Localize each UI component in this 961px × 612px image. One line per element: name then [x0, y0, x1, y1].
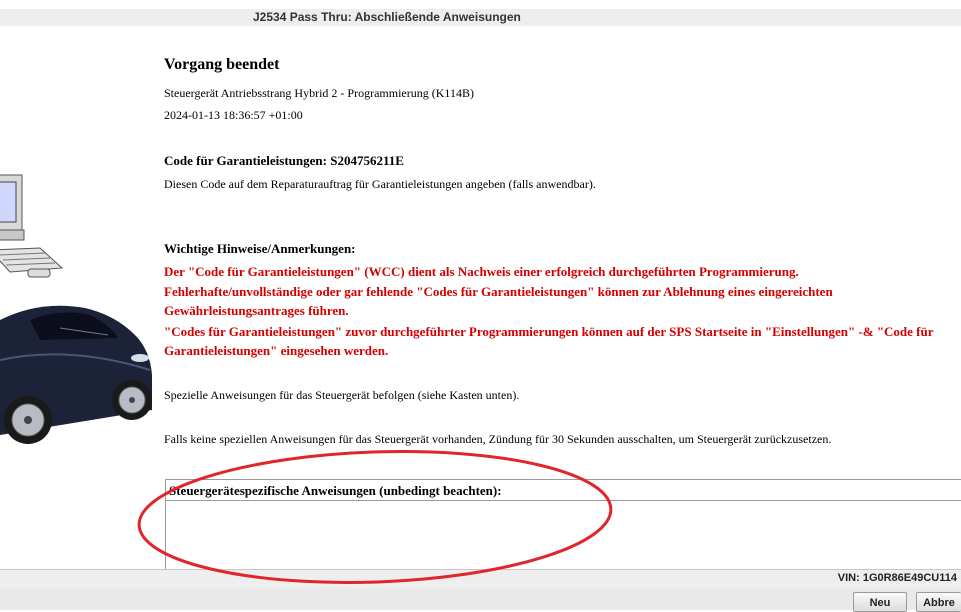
- module-name: Steuergerät Antriebsstrang Hybrid 2 - Pr…: [164, 86, 474, 100]
- window-title: J2534 Pass Thru: Abschließende Anweisung…: [253, 10, 521, 24]
- fallback-instructions-text: Falls keine speziellen Anweisungen für d…: [164, 432, 832, 446]
- window-titlebar: J2534 Pass Thru: Abschließende Anweisung…: [0, 9, 961, 26]
- cancel-button[interactable]: Abbre: [916, 592, 961, 612]
- timestamp: 2024-01-13 18:36:57 +01:00: [164, 108, 303, 122]
- vin-display: VIN: 1G0R86E49CU114: [837, 572, 957, 584]
- button-bar: Neu Abbre: [0, 588, 961, 612]
- car-icon: [0, 305, 152, 444]
- special-instructions-text: Spezielle Anweisungen für das Steuergerä…: [164, 388, 520, 402]
- notes-heading: Wichtige Hinweise/Anmerkungen:: [164, 241, 356, 256]
- ecu-instructions-title: Steuergerätespezifische Anweisungen (unb…: [169, 483, 502, 498]
- ecu-instructions-box: Steuergerätespezifische Anweisungen (unb…: [165, 479, 961, 573]
- warranty-code-line: Code für Garantieleistungen: S204756211E: [164, 153, 404, 169]
- warranty-code-value: S204756211E: [330, 153, 404, 168]
- page-title: Vorgang beendet: [164, 56, 280, 73]
- status-bar: VIN: 1G0R86E49CU114: [0, 569, 961, 588]
- warning-text-1: Der "Code für Garantieleistungen" (WCC) …: [164, 264, 799, 279]
- warning-text-2: Fehlerhafte/unvollständige oder gar fehl…: [164, 284, 833, 318]
- ecu-instructions-header: Steuergerätespezifische Anweisungen (unb…: [166, 480, 961, 501]
- computer-and-car-illustration: [0, 174, 152, 444]
- warranty-code-label: Code für Garantieleistungen:: [164, 153, 327, 168]
- warranty-code-hint: Diesen Code auf dem Reparaturauftrag für…: [164, 177, 596, 191]
- warning-text-3: "Codes für Garantieleistungen" zuvor dur…: [164, 324, 934, 358]
- new-button[interactable]: Neu: [853, 592, 907, 612]
- computer-icon: [0, 174, 64, 278]
